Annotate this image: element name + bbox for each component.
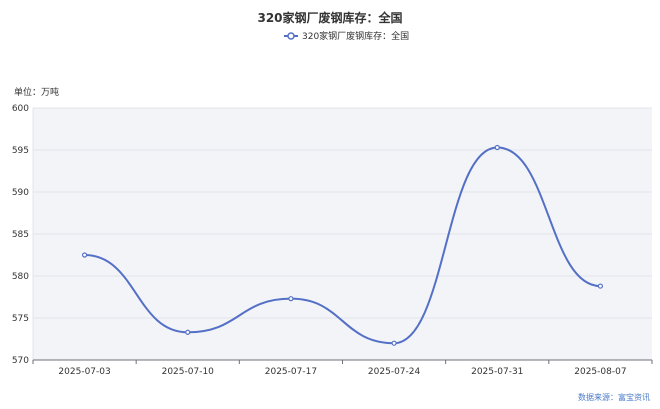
- x-tick-label: 2025-08-07: [574, 367, 626, 377]
- data-point[interactable]: [81, 252, 88, 258]
- line-chart: 320家钢厂废钢库存：全国 320家钢厂废钢库存：全国 单位：万吨 570 575…: [12, 10, 653, 402]
- data-point[interactable]: [391, 340, 397, 346]
- x-tick-label: 2025-07-17: [265, 367, 317, 377]
- x-axis: 2025-07-03 2025-07-10 2025-07-17 2025-07-24…: [32, 359, 653, 377]
- y-tick-label: 585: [12, 230, 29, 240]
- y-tick-label: 595: [12, 146, 29, 156]
- x-tick-label: 2025-07-31: [471, 367, 523, 377]
- legend-label: 320家钢厂废钢库存：全国: [302, 30, 409, 42]
- legend-circle-marker: [287, 32, 295, 40]
- y-unit-label: 单位：万吨: [14, 86, 59, 98]
- legend[interactable]: 320家钢厂废钢库存：全国: [284, 30, 409, 42]
- x-tick-label: 2025-07-03: [58, 367, 110, 377]
- y-axis: 570 575 580 585 590 595 600: [12, 104, 34, 366]
- chart-title: 320家钢厂废钢库存：全国: [257, 10, 402, 25]
- x-tick-label: 2025-07-10: [162, 367, 215, 377]
- y-tick-label: 590: [12, 188, 29, 198]
- data-point[interactable]: [494, 144, 500, 151]
- y-tick-label: 570: [12, 356, 29, 366]
- y-tick-label: 580: [12, 272, 29, 282]
- source-note: 数据来源：富宝资讯: [578, 392, 650, 402]
- y-tick-label: 575: [12, 314, 29, 324]
- data-point[interactable]: [597, 283, 604, 289]
- y-tick-label: 600: [12, 104, 29, 114]
- x-tick-label: 2025-07-24: [368, 367, 421, 377]
- data-point[interactable]: [185, 329, 191, 335]
- data-point[interactable]: [288, 296, 294, 302]
